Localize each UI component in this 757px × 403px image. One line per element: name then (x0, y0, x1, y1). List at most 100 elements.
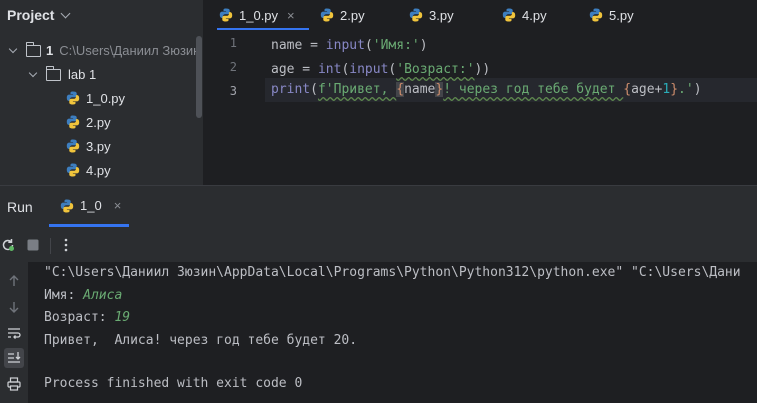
code-token: ) (419, 38, 428, 53)
string-token: f'Привет, (317, 82, 397, 97)
project-header[interactable]: Project (0, 0, 203, 30)
run-tab-label: 1_0 (80, 198, 102, 213)
console-user-input: 19 (114, 310, 131, 325)
tree-file[interactable]: 1_0.py (66, 86, 125, 110)
tree-item-lab1[interactable]: lab 1 (28, 62, 97, 86)
fstring-brace: { (623, 82, 632, 97)
run-tab-1_0[interactable]: 1_0 × (60, 198, 121, 213)
code-line-3[interactable]: print(f'Привет, {name}! через год тебе б… (271, 78, 702, 102)
python-file-icon (320, 8, 334, 22)
arrow-up-icon[interactable] (4, 271, 24, 291)
editor-tabs: 1_0.py × 2.py 3.py 4.py 5.py (203, 0, 757, 30)
console-prompt: Возраст: (44, 310, 115, 325)
code-line-1[interactable]: name = input('Имя:') (271, 34, 428, 58)
file-label: 4.py (86, 162, 111, 178)
tab-label: 3.py (429, 7, 454, 23)
python-file-icon (589, 8, 603, 22)
chevron-down-icon[interactable] (8, 44, 18, 53)
console-line: Имя: Алиса (44, 285, 122, 307)
code-token: ( (310, 82, 318, 97)
tab-1_0-py[interactable]: 1_0.py × (219, 0, 295, 30)
tab-label: 2.py (340, 7, 365, 23)
python-file-icon (60, 199, 74, 213)
code-token: age = (271, 62, 318, 77)
more-options-icon[interactable] (58, 237, 74, 253)
code-token: age+ (631, 82, 663, 97)
close-icon[interactable]: × (287, 8, 295, 23)
folder-icon (46, 66, 61, 81)
scroll-to-end-icon[interactable] (4, 348, 24, 368)
code-token: ( (364, 38, 373, 53)
tab-label: 4.py (522, 7, 547, 23)
tree-file[interactable]: 4.py (66, 158, 111, 182)
soft-wrap-icon[interactable] (4, 323, 24, 343)
code-token: ) (693, 82, 702, 97)
run-toolbar (0, 228, 757, 262)
console-line: Возраст: 19 (44, 307, 130, 329)
project-scrollbar[interactable] (196, 36, 202, 118)
line-number: 1 (229, 36, 237, 50)
python-file-icon (502, 8, 516, 22)
console-scrollbar[interactable] (751, 262, 757, 403)
tab-label: 5.py (609, 7, 634, 23)
print-icon[interactable] (4, 374, 24, 394)
builtin-token: print (271, 82, 311, 97)
line-number: 2 (229, 60, 237, 74)
python-file-icon (219, 8, 233, 22)
editor-gutter[interactable]: 1 2 3 (203, 30, 265, 185)
project-title[interactable]: Project (7, 7, 54, 23)
code-editor[interactable]: name = input('Имя:') age = int(input('Во… (265, 30, 757, 185)
python-file-icon (66, 163, 80, 177)
console-output[interactable]: "C:\Users\Даниил Зюзин\AppData\Local\Pro… (28, 262, 757, 403)
console-result-line: Привет, Алиса! через год тебе будет 20. (44, 333, 358, 348)
run-tool-header: Run 1_0 × (0, 186, 757, 228)
rerun-icon[interactable] (0, 237, 16, 253)
chevron-down-icon[interactable] (61, 8, 71, 19)
file-label: 1_0.py (86, 90, 126, 106)
line-number: 3 (229, 84, 237, 98)
python-file-icon (66, 115, 80, 129)
python-file-icon (409, 8, 423, 22)
run-title: Run (7, 199, 33, 215)
folder-label: lab 1 (68, 66, 97, 82)
tree-item-root[interactable]: 1 C:\Users\Даниил Зюзин (8, 38, 201, 62)
string-token: ! через год тебе будет (443, 82, 624, 97)
active-tab-indicator (49, 224, 129, 227)
stop-icon[interactable] (25, 237, 41, 253)
python-file-icon (66, 139, 80, 153)
code-token: )) (474, 62, 491, 77)
root-path: C:\Users\Даниил Зюзин (59, 42, 201, 58)
fstring-brace: } (670, 82, 679, 97)
fstring-brace: { (396, 82, 405, 97)
tab-2-py[interactable]: 2.py (320, 0, 365, 30)
console-side-toolbar (0, 262, 28, 403)
project-panel: Project 1 C:\Users\Даниил Зюзин lab 1 1_… (0, 0, 203, 185)
python-file-icon (66, 91, 80, 105)
string-token: 'Имя:' (372, 38, 420, 53)
folder-icon (26, 42, 41, 57)
console-user-input: Алиса (83, 288, 123, 303)
root-number: 1 (46, 42, 54, 58)
file-label: 2.py (86, 114, 111, 130)
arrow-down-icon[interactable] (4, 297, 24, 317)
file-label: 3.py (86, 138, 111, 154)
chevron-down-icon[interactable] (28, 68, 38, 77)
console-exit-line: Process finished with exit code 0 (44, 376, 303, 391)
builtin-token: int (317, 62, 342, 77)
tab-4-py[interactable]: 4.py (502, 0, 547, 30)
tab-5-py[interactable]: 5.py (589, 0, 634, 30)
tab-label: 1_0.py (239, 7, 279, 23)
tab-3-py[interactable]: 3.py (409, 0, 454, 30)
toolbar-separator (50, 238, 51, 254)
builtin-token: input (325, 38, 365, 53)
tree-file[interactable]: 2.py (66, 110, 111, 134)
string-token: 'Возраст:' (396, 62, 475, 77)
code-token: name = (271, 38, 326, 53)
builtin-token: input (349, 62, 389, 77)
close-icon[interactable]: × (114, 198, 122, 213)
tree-file[interactable]: 3.py (66, 134, 111, 158)
code-token: name (404, 82, 436, 97)
string-token: .' (678, 82, 694, 97)
console-prompt: Имя: (44, 288, 84, 303)
console-command-line: "C:\Users\Даниил Зюзин\AppData\Local\Pro… (44, 265, 741, 280)
